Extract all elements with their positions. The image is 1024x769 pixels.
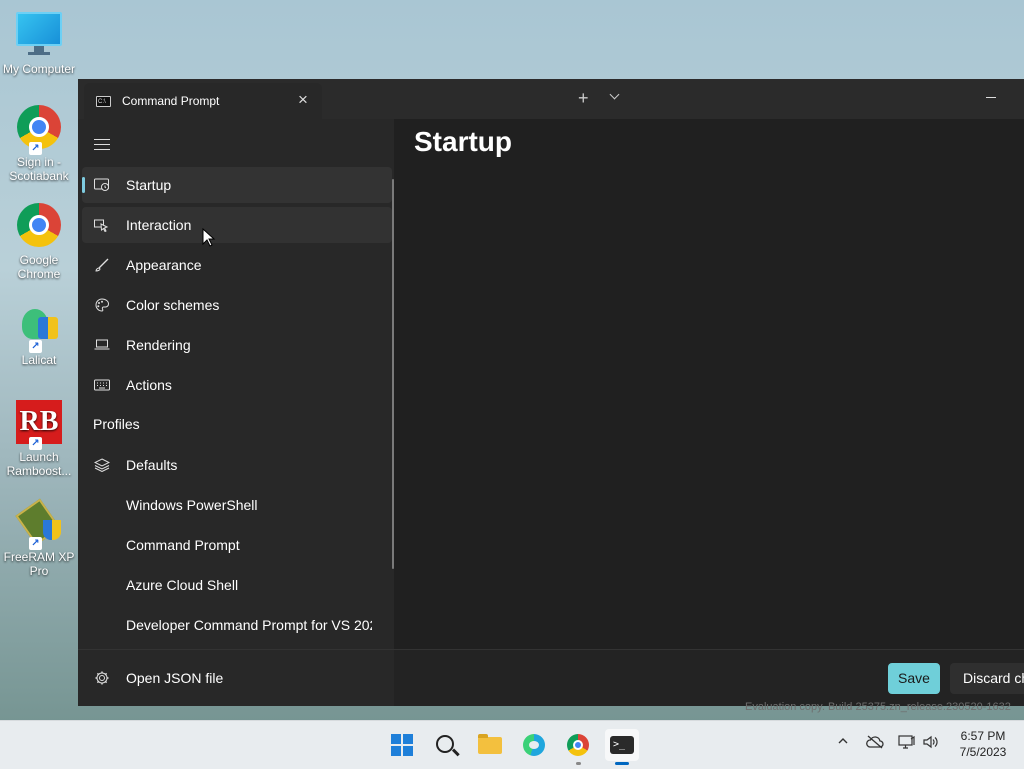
taskbar: >_ 6:57 PM 7/5/2023 bbox=[0, 720, 1024, 769]
terminal-icon: >_ bbox=[610, 736, 634, 754]
windows-logo-icon bbox=[391, 734, 413, 756]
desktop-icon-lalicat[interactable]: ↗ Lalicat bbox=[0, 303, 78, 367]
nav-item-label: Interaction bbox=[126, 217, 192, 233]
nav-item-label: Actions bbox=[126, 377, 172, 393]
tab-command-prompt[interactable]: C:\ Command Prompt × bbox=[84, 83, 322, 119]
start-button[interactable] bbox=[385, 729, 419, 761]
startup-icon bbox=[94, 178, 110, 192]
folder-icon bbox=[478, 734, 502, 754]
hamburger-menu-icon[interactable] bbox=[94, 139, 110, 151]
nav-item-label: Azure Cloud Shell bbox=[126, 577, 239, 593]
nav-item-color-schemes[interactable]: Color schemes bbox=[82, 287, 392, 323]
minimize-button[interactable] bbox=[984, 87, 998, 105]
chrome-button[interactable] bbox=[561, 729, 595, 761]
clock-date: 7/5/2023 bbox=[959, 745, 1007, 759]
page-title: Startup bbox=[414, 126, 512, 157]
desktop-icon-label: Launch Ramboost... bbox=[6, 450, 72, 478]
volume-icon[interactable] bbox=[922, 735, 940, 752]
palette-icon bbox=[94, 298, 110, 312]
nav-item-startup[interactable]: Startup bbox=[82, 167, 392, 203]
open-json-file-button[interactable]: Open JSON file bbox=[82, 660, 392, 696]
mouse-cursor-icon bbox=[202, 228, 216, 247]
nav-item-command-prompt[interactable]: Command Prompt bbox=[82, 527, 392, 563]
system-clock[interactable]: 6:57 PM 7/5/2023 bbox=[952, 728, 1014, 760]
edge-button[interactable] bbox=[517, 729, 551, 761]
terminal-button[interactable]: >_ bbox=[605, 729, 639, 761]
keyboard-icon bbox=[94, 378, 110, 392]
network-icon[interactable] bbox=[898, 735, 916, 752]
nav-item-developer-command-prompt[interactable]: Developer Command Prompt for VS 202 bbox=[82, 607, 392, 643]
save-button[interactable]: Save bbox=[888, 663, 940, 694]
desktop-icon-label: Sign in - Scotiabank bbox=[9, 155, 69, 183]
nav-scrollbar[interactable] bbox=[392, 179, 394, 569]
nav-item-label: Color schemes bbox=[126, 297, 220, 313]
desktop-icon-ramboost[interactable]: RB ↗ Launch Ramboost... bbox=[0, 400, 78, 478]
selection-indicator bbox=[82, 177, 85, 193]
desktop-icon-my-computer[interactable]: My Computer bbox=[0, 12, 78, 76]
open-json-label: Open JSON file bbox=[126, 670, 224, 686]
nav-item-label: Windows PowerShell bbox=[126, 497, 258, 513]
nav-footer: Open JSON file bbox=[78, 649, 394, 706]
nav-item-defaults[interactable]: Defaults bbox=[82, 447, 392, 483]
nav-item-label: Command Prompt bbox=[126, 537, 240, 553]
desktop-icon-google-chrome[interactable]: Google Chrome bbox=[0, 203, 78, 281]
desktop-icon-label: Lalicat bbox=[21, 353, 57, 367]
nav-item-appearance[interactable]: Appearance bbox=[82, 247, 392, 283]
laptop-icon bbox=[94, 338, 110, 352]
file-explorer-button[interactable] bbox=[473, 729, 507, 761]
cloud-offline-icon[interactable] bbox=[866, 735, 884, 752]
settings-nav: Startup Interaction Appearance Color sch… bbox=[78, 119, 394, 649]
desktop-icon-scotiabank[interactable]: ↗ Sign in - Scotiabank bbox=[0, 105, 78, 183]
evaluation-watermark: Evaluation copy. Build 25375.zn_release.… bbox=[745, 701, 1011, 713]
desktop-icon-label: FreeRAM XP Pro bbox=[3, 550, 75, 578]
cmd-icon: C:\ bbox=[96, 96, 111, 107]
nav-item-label: Startup bbox=[126, 177, 172, 193]
nav-item-interaction[interactable]: Interaction bbox=[82, 207, 392, 243]
chrome-icon bbox=[567, 734, 589, 756]
nav-item-actions[interactable]: Actions bbox=[82, 367, 392, 403]
chevron-up-icon[interactable] bbox=[837, 735, 849, 750]
desktop-icon-label: My Computer bbox=[2, 62, 76, 76]
search-icon bbox=[436, 735, 454, 753]
nav-item-label: Rendering bbox=[126, 337, 191, 353]
profiles-header: Profiles bbox=[93, 416, 140, 432]
monitor-icon bbox=[15, 12, 63, 60]
nav-item-label: Defaults bbox=[126, 457, 178, 473]
new-tab-button[interactable]: + bbox=[578, 88, 589, 109]
brush-icon bbox=[94, 258, 110, 272]
interaction-icon bbox=[94, 218, 110, 233]
desktop-icon-label: Google Chrome bbox=[17, 253, 61, 281]
title-bar[interactable]: C:\ Command Prompt × + bbox=[78, 79, 1024, 119]
search-button[interactable] bbox=[429, 729, 463, 761]
discard-changes-button[interactable]: Discard ch bbox=[950, 663, 1024, 694]
nav-item-label: Developer Command Prompt for VS 202 bbox=[126, 617, 372, 633]
settings-footer: Save Discard ch bbox=[394, 649, 1024, 706]
nav-item-label: Appearance bbox=[126, 257, 202, 273]
gear-icon bbox=[94, 670, 110, 685]
nav-item-rendering[interactable]: Rendering bbox=[82, 327, 392, 363]
chevron-down-icon[interactable] bbox=[609, 89, 620, 100]
close-tab-icon[interactable]: × bbox=[298, 90, 308, 110]
freeram-icon: ↗ bbox=[15, 498, 63, 550]
lalicat-icon: ↗ bbox=[15, 303, 63, 353]
tab-title: Command Prompt bbox=[122, 94, 220, 108]
clock-time: 6:57 PM bbox=[960, 729, 1006, 743]
terminal-window: C:\ Command Prompt × + Startup Interacti… bbox=[78, 79, 1024, 706]
ramboost-icon: RB ↗ bbox=[15, 400, 63, 450]
edge-icon bbox=[523, 734, 545, 756]
nav-item-azure-cloud-shell[interactable]: Azure Cloud Shell bbox=[82, 567, 392, 603]
running-indicator bbox=[576, 762, 581, 765]
desktop-icon-freeram[interactable]: ↗ FreeRAM XP Pro bbox=[0, 498, 78, 578]
chrome-icon: ↗ bbox=[15, 105, 63, 155]
chrome-icon bbox=[15, 203, 63, 251]
layers-icon bbox=[93, 458, 111, 473]
active-indicator bbox=[615, 762, 629, 765]
nav-item-windows-powershell[interactable]: Windows PowerShell bbox=[82, 487, 392, 523]
